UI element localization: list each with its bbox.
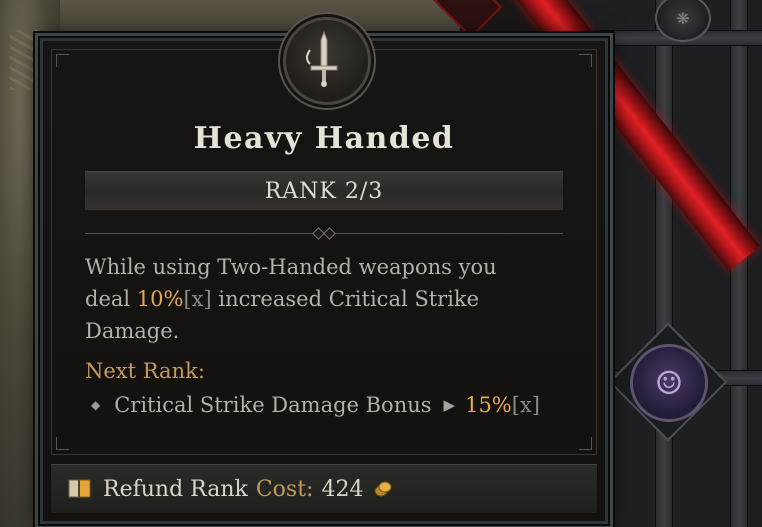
arrow-right-icon: ▶	[443, 396, 456, 414]
description-line: Damage.	[85, 319, 180, 343]
cost-label: Cost:	[255, 476, 314, 502]
sword-icon	[306, 30, 338, 87]
book-icon	[68, 479, 91, 498]
tree-frame-vertical	[655, 0, 673, 527]
frame-corner	[579, 54, 592, 67]
gold-coin-icon	[374, 481, 392, 497]
frame-corner	[56, 437, 69, 450]
frame-corner	[579, 437, 592, 450]
description-text: increased Critical Strike	[211, 287, 480, 311]
frame-corner	[56, 54, 69, 67]
damage-value: 10%	[136, 287, 184, 311]
next-rank-value: 15%	[465, 393, 512, 417]
skill-node-purple[interactable]: ☺	[608, 322, 728, 442]
rank-label: RANK 2/3	[264, 178, 384, 204]
skill-title: Heavy Handed	[193, 121, 455, 156]
skill-tooltip: Heavy Handed RANK 2/3 While using Two-Ha…	[38, 17, 610, 526]
beast-icon: ❋	[676, 8, 690, 28]
refund-footer[interactable]: Refund Rank Cost: 424	[51, 464, 597, 513]
skill-medallion	[283, 17, 371, 105]
multiplier-tag: [x]	[183, 287, 212, 311]
bullet-diamond-icon: ◆	[91, 398, 101, 412]
skill-description: While using Two-Handed weapons you deal …	[85, 251, 555, 347]
next-rank-label: Next Rank:	[85, 359, 205, 383]
description-line: While using Two-Handed weapons you	[85, 255, 497, 279]
refund-rank-label[interactable]: Refund Rank	[103, 477, 248, 502]
demon-face-icon: ☺	[630, 344, 708, 422]
next-rank-stat-name: Critical Strike Damage Bonus	[114, 393, 432, 417]
multiplier-tag: [x]	[511, 393, 540, 417]
description-text: deal	[85, 287, 137, 311]
next-rank-stat: ◆ Critical Strike Damage Bonus ▶ 15% [x]	[91, 393, 540, 417]
cost-value: 424	[321, 476, 364, 502]
ornament-divider	[85, 226, 563, 240]
rank-bar: RANK 2/3	[85, 171, 563, 211]
skill-tree-screen: ❋ ☺ Heavy Handed RANK 2/3 While using Tw…	[0, 0, 762, 527]
description-line: deal 10%[x] increased Critical Strike	[85, 283, 555, 315]
